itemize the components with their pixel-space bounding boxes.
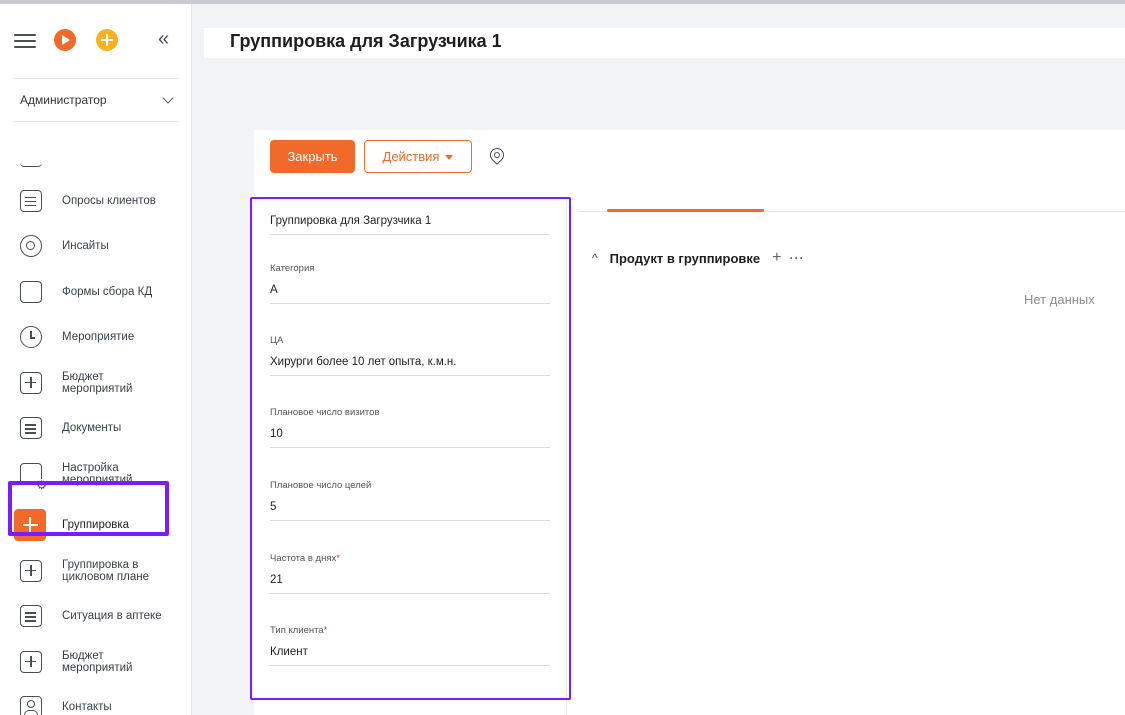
add-app-icon[interactable]	[96, 29, 118, 51]
sidebar-item-label: Документы	[62, 422, 122, 435]
sidebar-item-contacts[interactable]: Контакты	[0, 685, 191, 715]
visits-field[interactable]: Плановое число визитов 10	[270, 407, 550, 448]
required-mark: *	[323, 625, 328, 636]
sidebar-nav: Опросы клиентов Инсайты Формы сбора КД М…	[0, 144, 191, 715]
sidebar-item-label: Контакты	[62, 701, 112, 714]
sidebar-item-documents[interactable]: Документы	[0, 406, 191, 452]
clock-icon	[20, 326, 42, 349]
category-value: А	[270, 284, 550, 304]
actions-button[interactable]: Действия	[364, 140, 472, 173]
more-icon[interactable]: ···	[790, 251, 805, 265]
tab-active-indicator[interactable]	[607, 209, 764, 212]
document-icon	[20, 417, 42, 440]
ca-label: ЦА	[270, 335, 284, 346]
visits-value: 10	[270, 428, 550, 448]
client-type-value: Клиент	[270, 646, 550, 666]
client-type-label-wrap: Тип клиента*	[270, 625, 550, 636]
add-icon[interactable]: +	[772, 249, 781, 267]
product-section-header: ^ Продукт в группировке + ···	[592, 248, 805, 268]
sidebar-item-collapsed[interactable]	[0, 144, 191, 178]
ca-value: Хирурги более 10 лет опыта, к.м.н.	[270, 356, 550, 376]
sidebar-item-forms[interactable]: Формы сбора КД	[0, 269, 191, 315]
category-label: Категория	[270, 263, 315, 274]
sidebar-item-label: Опросы клиентов	[62, 194, 156, 207]
sidebar-item-label: Инсайты	[62, 240, 109, 253]
sidebar: « Администратор Опросы клиентов Инсайты …	[0, 4, 192, 715]
sidebar-item-label: Бюджет мероприятий	[62, 649, 133, 674]
tag-icon[interactable]	[487, 145, 507, 165]
sidebar-item-label: Настройка мероприятий	[62, 461, 133, 486]
settings-icon	[20, 462, 47, 491]
client-type-field[interactable]: Тип клиента* Клиент	[270, 625, 550, 666]
client-type-label: Тип клиента	[270, 625, 324, 636]
close-button[interactable]: Закрыть	[270, 140, 355, 173]
collapse-sidebar-icon[interactable]: «	[158, 28, 169, 51]
sidebar-item-insights[interactable]: Инсайты	[0, 224, 191, 270]
budget-icon	[20, 371, 42, 394]
ca-field[interactable]: ЦА Хирурги более 10 лет опыта, к.м.н.	[270, 335, 550, 376]
sidebar-item-label: Формы сбора КД	[62, 285, 153, 298]
role-label: Администратор	[20, 93, 107, 107]
chevron-up-icon[interactable]: ^	[592, 251, 598, 265]
sidebar-item-budget-2[interactable]: Бюджет мероприятий	[0, 639, 191, 685]
survey-icon	[20, 189, 42, 212]
sidebar-item-grouping-cycle[interactable]: Группировка в цикловом плане	[0, 548, 191, 594]
play-app-icon[interactable]	[54, 29, 76, 51]
frequency-value: 21	[270, 574, 550, 594]
frequency-field[interactable]: Частота в днях* 21	[270, 553, 550, 594]
section-title: Продукт в группировке	[609, 250, 761, 266]
category-field[interactable]: Категория А	[270, 263, 550, 304]
chevron-down-icon	[162, 92, 174, 104]
sidebar-header: «	[14, 26, 184, 56]
page-header: Группировка для Загрузчика 1	[204, 28, 1125, 58]
goals-label: Плановое число целей	[270, 480, 372, 491]
sidebar-item-label: Группировка	[62, 519, 130, 532]
page-title: Группировка для Загрузчика 1	[230, 31, 502, 51]
contact-icon	[20, 696, 42, 715]
frequency-label: Частота в днях	[270, 553, 337, 564]
name-field[interactable]: Группировка для Загрузчика 1	[270, 215, 550, 235]
sidebar-item-pharmacy[interactable]: Ситуация в аптеке	[0, 594, 191, 640]
goals-field[interactable]: Плановое число целей 5	[270, 480, 550, 521]
name-value: Группировка для Загрузчика 1	[270, 215, 550, 235]
sidebar-item-surveys[interactable]: Опросы клиентов	[0, 178, 191, 224]
sidebar-item-label: Ситуация в аптеке	[62, 610, 162, 623]
sidebar-item-label: Группировка в цикловом плане	[62, 558, 149, 583]
empty-state-text: Нет данных	[1024, 292, 1095, 307]
grouping-cycle-icon	[20, 559, 42, 582]
required-mark: *	[336, 553, 340, 564]
dash-icon	[20, 155, 42, 167]
sidebar-item-event-settings[interactable]: Настройка мероприятий	[0, 451, 191, 497]
pharmacy-icon	[20, 605, 42, 628]
sidebar-item-event-budget[interactable]: Бюджет мероприятий	[0, 360, 191, 406]
target-icon	[20, 235, 42, 258]
actions-label: Действия	[382, 149, 440, 164]
sidebar-item-grouping[interactable]: Группировка	[0, 503, 191, 549]
grouping-icon	[14, 509, 46, 542]
menu-icon[interactable]	[14, 34, 36, 48]
goals-value: 5	[270, 501, 550, 521]
role-select[interactable]: Администратор	[14, 78, 178, 122]
record-form: Группировка для Загрузчика 1 Категория А…	[250, 197, 571, 700]
sidebar-item-label: Мероприятие	[62, 331, 135, 344]
visits-label: Плановое число визитов	[270, 407, 380, 418]
caret-down-icon	[445, 155, 454, 161]
form-icon	[20, 280, 42, 303]
budget-icon	[20, 650, 42, 673]
sidebar-item-label: Бюджет мероприятий	[62, 370, 133, 395]
sidebar-item-event[interactable]: Мероприятие	[0, 315, 191, 361]
frequency-label-wrap: Частота в днях*	[270, 553, 550, 564]
